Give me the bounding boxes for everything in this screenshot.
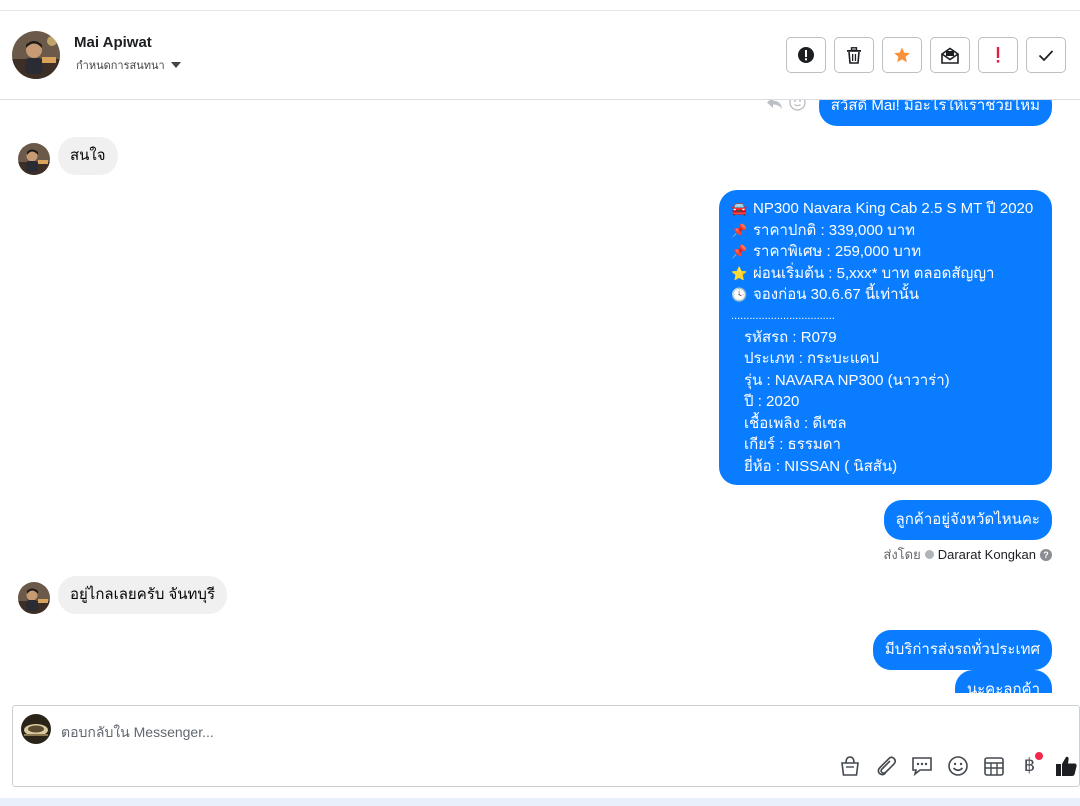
car-type: ประเภท : กระบะแคป: [744, 350, 880, 367]
star-icon: ⭐: [731, 265, 748, 281]
composer-toolbar: ฿: [836, 752, 1079, 779]
notification-dot: [1035, 752, 1043, 760]
saved-replies-button[interactable]: [908, 752, 935, 779]
like-button[interactable]: [1052, 752, 1079, 779]
message-hover-actions: [766, 100, 806, 111]
message-bubble-outgoing[interactable]: สวัสดี Mai! มีอะไรให้เราช่วยไหม: [818, 100, 1052, 126]
appointment-button[interactable]: [980, 752, 1007, 779]
car-fuel: เชื้อเพลิง : ดีเซล: [744, 414, 847, 432]
reply-composer: ตอบกลับใน Messenger... ฿: [12, 705, 1080, 787]
separator: ..................................: [731, 309, 835, 322]
message-bubble-outgoing[interactable]: ลูกค้าอยู่จังหวัดไหนคะ: [883, 500, 1052, 540]
alert-circle-icon: [798, 47, 814, 63]
contact-avatar-small: [18, 143, 50, 175]
assign-conversation-dropdown[interactable]: กำหนดการสนทนา: [76, 56, 181, 74]
message-thread[interactable]: สวัสดี Mai! มีอะไรให้เราช่วยไหม สนใจ 🚘 NP…: [0, 100, 1080, 693]
inbox-conversation-page: Mai Apiwat กำหนดการสนทนา สวัสดี Mai! มีอ…: [0, 0, 1080, 806]
contact-avatar-small: [18, 582, 50, 614]
baht-icon: ฿: [1023, 755, 1036, 775]
reply-input[interactable]: ตอบกลับใน Messenger...: [61, 722, 214, 744]
thumbs-up-icon: [1055, 756, 1077, 776]
car-year: ปี : 2020: [744, 393, 800, 410]
car-title: NP300 Navara King Cab 2.5 S MT ปี 2020: [753, 200, 1034, 217]
spam-button[interactable]: [786, 37, 826, 73]
shop-button[interactable]: [836, 752, 863, 779]
pushpin-icon: 📌: [731, 244, 748, 259]
calendar-grid-icon: [983, 756, 1004, 776]
paperclip-icon: [877, 755, 896, 775]
mark-unread-button[interactable]: [930, 37, 970, 73]
clock-icon: 🕓: [731, 287, 748, 302]
chat-bubble-icon: [911, 756, 932, 776]
normal-price: ราคาปกติ : 339,000 บาท: [753, 221, 916, 239]
sent-by-label: ส่งโดย: [883, 547, 921, 562]
trash-icon: [847, 46, 861, 64]
message-bubble-outgoing[interactable]: นะคะลูกค้า: [954, 670, 1052, 693]
deadline: จองก่อน 30.6.67 นี้เท่านั้น: [753, 286, 920, 303]
delete-button[interactable]: [834, 37, 874, 73]
exclamation-icon: [996, 47, 1000, 63]
reply-icon[interactable]: [766, 100, 783, 110]
emoji-react-icon[interactable]: [789, 100, 806, 111]
important-button[interactable]: [978, 37, 1018, 73]
conversation-actions: [786, 37, 1066, 73]
car-gear: เกียร์ : ธรรมดา: [744, 436, 841, 453]
message-bubble-outgoing[interactable]: มีบริก่ารส่งรถทั่วประเทศ: [872, 630, 1052, 670]
car-brand: ยี่ห้อ : NISSAN ( นิสสัน): [744, 457, 898, 475]
installment: ผ่อนเริ่มต้น : 5,xxx* บาท ตลอดสัญญา: [753, 264, 995, 282]
emoji-button[interactable]: [944, 752, 971, 779]
chevron-down-icon: [170, 62, 181, 68]
verified-icon: [924, 550, 934, 559]
sent-by-info: ส่งโดย Dararat Kongkan ?: [883, 544, 1052, 565]
special-price: ราคาพิเศษ : 259,000 บาท: [753, 243, 922, 260]
pushpin-icon: 📌: [731, 222, 748, 238]
bottom-bar: [0, 798, 1080, 806]
done-button[interactable]: [1026, 37, 1066, 73]
car-model: รุ่น : NAVARA NP300 (นาวาร่า): [744, 371, 950, 389]
contact-avatar[interactable]: [12, 31, 60, 79]
attach-button[interactable]: [872, 752, 899, 779]
checkmark-icon: [1038, 49, 1054, 61]
assign-label: กำหนดการสนทนา: [76, 60, 165, 72]
car-code: รหัสรถ : R079: [744, 328, 837, 346]
shopping-bag-icon: [840, 755, 859, 776]
message-bubble-outgoing[interactable]: 🚘 NP300 Navara King Cab 2.5 S MT ปี 2020 …: [719, 190, 1052, 485]
car-icon: 🚘: [731, 201, 748, 216]
sender-name[interactable]: Dararat Kongkan: [938, 547, 1036, 562]
smiley-icon: [947, 755, 968, 776]
message-bubble-incoming[interactable]: สนใจ: [58, 137, 118, 175]
star-button[interactable]: [882, 37, 922, 73]
page-avatar: [21, 714, 51, 744]
help-icon[interactable]: ?: [1040, 548, 1052, 561]
conversation-header: Mai Apiwat กำหนดการสนทนา: [0, 11, 1080, 100]
contact-name[interactable]: Mai Apiwat: [74, 34, 152, 51]
envelope-icon: [941, 47, 959, 64]
payment-button[interactable]: ฿: [1016, 752, 1043, 779]
message-bubble-incoming[interactable]: อยู่ไกลเลยครับ จันทบุรี: [58, 576, 228, 614]
star-icon: [894, 47, 910, 63]
